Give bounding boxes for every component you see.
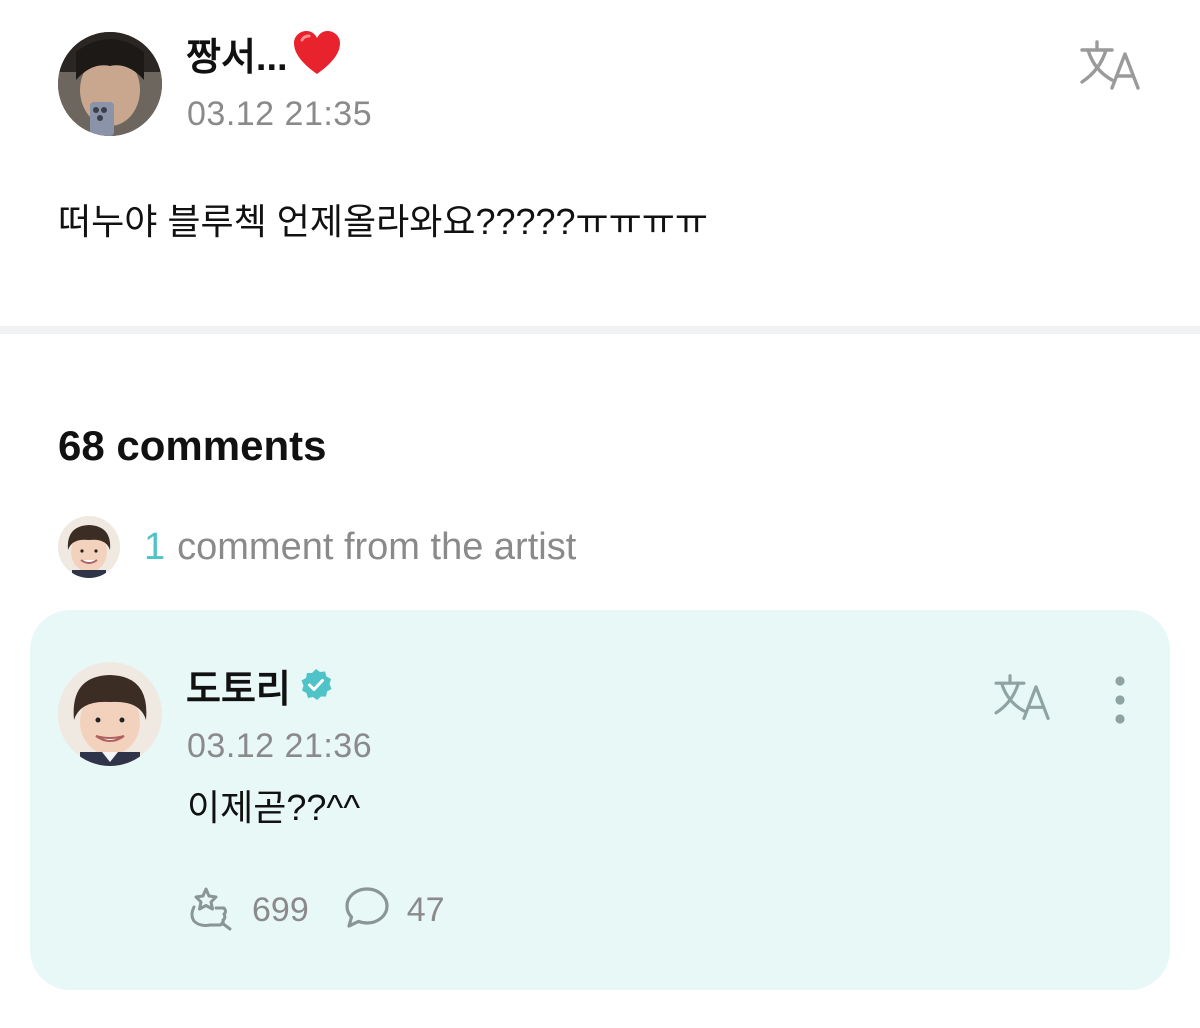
reply-bubble-icon <box>343 885 391 936</box>
artist-comment-summary[interactable]: 1 comment from the artist <box>58 516 576 578</box>
post-author-avatar[interactable] <box>58 32 162 136</box>
artist-comment-label: comment from the artist <box>177 526 577 568</box>
translate-icon[interactable] <box>1078 38 1144 94</box>
reply-count: 47 <box>406 891 445 929</box>
post-body-text: 떠누야 블루첵 언제올라와요?????ㅠㅠㅠㅠ <box>58 201 709 242</box>
artist-avatar[interactable] <box>58 662 162 766</box>
comments-count-heading: 68 comments <box>58 422 327 469</box>
artist-name-label: 도토리 <box>186 669 291 711</box>
section-divider <box>0 326 1200 334</box>
artist-avatar-small <box>58 516 120 578</box>
reaction-row: 699 47 <box>186 884 445 936</box>
post-timestamp: 03.12 21:35 <box>187 95 373 133</box>
more-vertical-icon[interactable] <box>1106 672 1134 728</box>
artist-comment-count: 1 <box>144 526 166 568</box>
artist-comment-timestamp: 03.12 21:36 <box>187 727 373 765</box>
post-author-label: 짱서... <box>186 37 288 79</box>
like-count: 699 <box>252 891 309 929</box>
verified-badge-icon <box>299 664 333 716</box>
artist-comment-body: 이제곧??^^ <box>187 787 361 828</box>
post-author-name[interactable]: 짱서... <box>186 30 342 90</box>
reply-button[interactable]: 47 <box>343 884 445 936</box>
like-button[interactable]: 699 <box>186 884 309 936</box>
like-reaction-icon <box>186 885 236 936</box>
translate-icon[interactable] <box>992 672 1054 724</box>
artist-name[interactable]: 도토리 <box>186 664 333 716</box>
heart-emoji-icon <box>292 30 342 90</box>
